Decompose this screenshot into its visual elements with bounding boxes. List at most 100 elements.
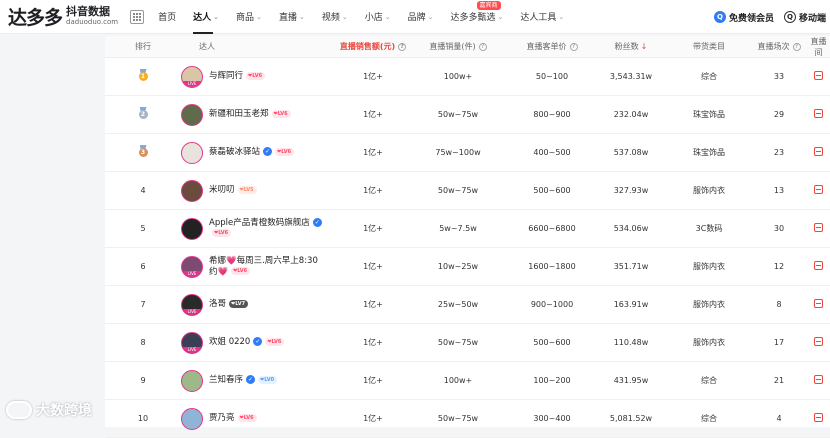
live-count-cell: 4 bbox=[776, 414, 782, 423]
table-row[interactable]: 2 新疆和田玉老郑 ❤LV6 1亿+ 50w~75w 800~900 232.04… bbox=[105, 96, 830, 134]
avatar[interactable]: LIVE bbox=[181, 65, 203, 88]
nav-item-1[interactable]: 达人 ⌄ bbox=[193, 0, 219, 34]
person-name-wrap: 希娜💗每周三.周六早上8:30约💗 ❤LV6 bbox=[209, 256, 324, 278]
rank-number: 6 bbox=[140, 262, 146, 271]
live-room-icon[interactable] bbox=[814, 337, 823, 346]
level-badge-text: LV0 bbox=[264, 376, 275, 383]
live-count-cell: 12 bbox=[773, 262, 785, 271]
live-room-icon[interactable] bbox=[814, 375, 823, 384]
nav-item-3[interactable]: 直播 ⌄ bbox=[279, 0, 305, 34]
volume-cell: 50w~75w bbox=[437, 110, 479, 119]
table-row[interactable]: 10 贾乃亮 ❤LV6 1亿+ 50w~75w 300~400 5,081.52w… bbox=[105, 400, 830, 438]
person-cell[interactable]: LIVE 洛哥 ❤LV7 bbox=[181, 293, 339, 316]
live-room-icon[interactable] bbox=[814, 185, 823, 194]
col-count[interactable]: 直播场次? bbox=[751, 41, 807, 52]
sales-cell: 1亿+ bbox=[363, 376, 383, 385]
site-logo[interactable]: 达多多 抖音数据 daduoduo.com bbox=[8, 3, 118, 30]
level-badge: ❤LV6 bbox=[246, 71, 266, 80]
nav-item-8[interactable]: 达人工具 ⌄ bbox=[520, 0, 564, 34]
live-room-cell bbox=[807, 337, 830, 348]
live-room-icon[interactable] bbox=[814, 109, 823, 118]
person-cell[interactable]: 兰知春序 ✓ ❤LV0 bbox=[181, 369, 339, 392]
avatar[interactable] bbox=[181, 369, 203, 392]
table-row[interactable]: 3 蔡磊破冰驿站 ✓ ❤LV6 1亿+ 75w~100w 400~500 537.0… bbox=[105, 134, 830, 172]
person-cell[interactable]: LIVE 希娜💗每周三.周六早上8:30约💗 ❤LV6 bbox=[181, 255, 339, 278]
avatar[interactable] bbox=[181, 179, 203, 202]
free-member-button[interactable]: Q 免费领会员 bbox=[713, 11, 774, 24]
header-tools: Q 免费领会员 Q 移动端 bbox=[713, 0, 826, 34]
person-name-wrap: 米叨叨 ❤LV5 bbox=[209, 185, 257, 196]
nav-item-0[interactable]: 首页 bbox=[158, 0, 176, 34]
table-row[interactable]: 1 LIVE 与辉同行 ❤LV6 1亿+ 100w+ 50~100 3,543.3… bbox=[105, 58, 830, 96]
live-room-icon[interactable] bbox=[814, 147, 823, 156]
volume-cell: 50w~75w bbox=[437, 414, 479, 423]
nav-item-2[interactable]: 商品 ⌄ bbox=[236, 0, 262, 34]
person-cell[interactable]: 新疆和田玉老郑 ❤LV6 bbox=[181, 103, 339, 126]
table-row[interactable]: 8 LIVE 欢姐 0220 ✓ ❤LV6 1亿+ 50w~75w 500~600 … bbox=[105, 324, 830, 362]
volume-cell: 25w~50w bbox=[437, 300, 479, 309]
avatar[interactable] bbox=[181, 217, 203, 240]
table-row[interactable]: 7 LIVE 洛哥 ❤LV7 1亿+ 25w~50w 900~1000 163.9… bbox=[105, 286, 830, 324]
help-icon[interactable]: ? bbox=[569, 42, 578, 51]
live-room-icon[interactable] bbox=[814, 71, 823, 80]
person-cell[interactable]: 米叨叨 ❤LV5 bbox=[181, 179, 339, 202]
person-name: 蔡磊破冰驿站 bbox=[209, 147, 261, 157]
avatar[interactable] bbox=[181, 103, 203, 126]
live-room-icon[interactable] bbox=[814, 261, 823, 270]
app-grid-icon[interactable] bbox=[130, 9, 145, 24]
fans-cell: 163.91w bbox=[613, 300, 649, 309]
help-icon[interactable]: ? bbox=[792, 42, 801, 51]
avatar[interactable]: LIVE bbox=[181, 293, 203, 316]
nav-item-label: 直播 bbox=[278, 13, 297, 23]
avatar[interactable] bbox=[181, 407, 203, 430]
category-cell: 服饰内衣 bbox=[693, 186, 725, 195]
rank-number: 8 bbox=[140, 338, 146, 347]
person-cell[interactable]: 贾乃亮 ❤LV6 bbox=[181, 407, 339, 430]
sales-cell: 1亿+ bbox=[363, 110, 383, 119]
sales-cell: 1亿+ bbox=[363, 338, 383, 347]
col-sales-label: 直播销售额(元) bbox=[339, 42, 396, 51]
col-price[interactable]: 直播客单价? bbox=[509, 41, 595, 52]
rank-cell: 1 bbox=[105, 69, 181, 84]
table-row[interactable]: 9 兰知春序 ✓ ❤LV0 1亿+ 100w+ 100~200 431.95w 综合… bbox=[105, 362, 830, 400]
chevron-down-icon: ⌄ bbox=[256, 12, 262, 21]
person-cell[interactable]: 蔡磊破冰驿站 ✓ ❤LV6 bbox=[181, 141, 339, 164]
rank-cell: 3 bbox=[105, 145, 181, 160]
col-fans[interactable]: 粉丝数 ↓ bbox=[595, 41, 667, 52]
member-label: 免费领会员 bbox=[728, 13, 774, 24]
fans-cell: 232.04w bbox=[613, 110, 649, 119]
avatar[interactable] bbox=[181, 141, 203, 164]
col-sales[interactable]: 直播销售额(元)? bbox=[339, 41, 407, 52]
nav-item-6[interactable]: 品牌 ⌄ bbox=[408, 0, 434, 34]
verified-icon: ✓ bbox=[253, 337, 263, 346]
live-room-icon[interactable] bbox=[814, 413, 823, 422]
person-cell[interactable]: LIVE 欢姐 0220 ✓ ❤LV6 bbox=[181, 331, 339, 354]
level-badge-text: LV6 bbox=[218, 230, 229, 236]
table-row[interactable]: 6 LIVE 希娜💗每周三.周六早上8:30约💗 ❤LV6 1亿+ 10w~25w… bbox=[105, 248, 830, 286]
volume-cell: 100w+ bbox=[443, 376, 473, 385]
person-name-wrap: 兰知春序 ✓ ❤LV0 bbox=[209, 375, 278, 386]
table-row[interactable]: 4 米叨叨 ❤LV5 1亿+ 50w~75w 500~600 327.93w 服饰… bbox=[105, 172, 830, 210]
level-badge-text: LV6 bbox=[281, 148, 292, 155]
person-name: 贾乃亮 bbox=[209, 413, 235, 423]
person-cell[interactable]: LIVE 与辉同行 ❤LV6 bbox=[181, 65, 339, 88]
person-name: 新疆和田玉老郑 bbox=[209, 109, 269, 119]
level-badge: ❤LV6 bbox=[237, 413, 257, 422]
person-cell[interactable]: Apple产品青橙数码旗舰店 ✓ ❤LV6 bbox=[181, 217, 339, 240]
table-row[interactable]: 5 Apple产品青橙数码旗舰店 ✓ ❤LV6 1亿+ 5w~7.5w 6600~6… bbox=[105, 210, 830, 248]
avatar[interactable]: LIVE bbox=[181, 331, 203, 354]
mobile-label: 移动端 bbox=[798, 13, 826, 24]
nav-item-7[interactable]: 达多多甄选 ⌄ 嘉宾商 bbox=[451, 0, 503, 34]
col-volume[interactable]: 直播销量(件)? bbox=[407, 41, 509, 52]
live-room-icon[interactable] bbox=[814, 223, 823, 232]
nav-item-4[interactable]: 视频 ⌄ bbox=[322, 0, 348, 34]
live-room-icon[interactable] bbox=[814, 299, 823, 308]
live-room-cell bbox=[807, 185, 830, 196]
avatar[interactable]: LIVE bbox=[181, 255, 203, 278]
help-icon[interactable]: ? bbox=[478, 42, 487, 51]
nav-item-5[interactable]: 小店 ⌄ bbox=[365, 0, 391, 34]
fans-cell: 5,081.52w bbox=[609, 414, 653, 423]
help-icon[interactable]: ? bbox=[398, 42, 407, 51]
mobile-app-button[interactable]: Q 移动端 bbox=[783, 11, 826, 24]
price-cell: 900~1000 bbox=[530, 300, 574, 309]
